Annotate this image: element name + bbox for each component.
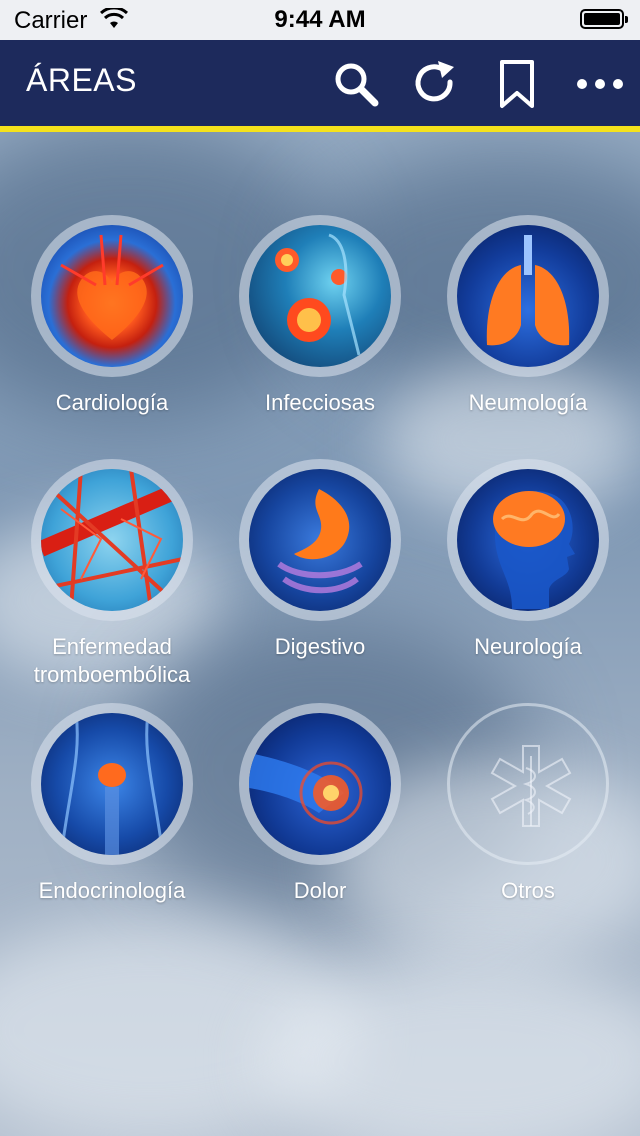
area-label: Infecciosas (264, 390, 376, 415)
area-endocrinologia[interactable]: Endocrinología (8, 703, 216, 905)
area-label: Neumología (468, 390, 588, 415)
area-label: Digestivo (274, 634, 366, 659)
lungs-icon (457, 225, 599, 367)
thyroid-icon (41, 713, 183, 855)
area-label: Dolor (293, 878, 347, 903)
navigation-bar: ÁREAS (0, 40, 640, 132)
brain-icon (457, 469, 599, 611)
battery-icon (580, 9, 628, 29)
joint-icon (249, 713, 391, 855)
page-title: ÁREAS (26, 62, 137, 98)
area-label: Cardiología (55, 390, 169, 415)
refresh-icon[interactable] (410, 58, 462, 110)
area-label: Endocrinología (38, 878, 186, 903)
status-bar: Carrier 9:44 AM (0, 0, 640, 40)
area-dolor[interactable]: Dolor (216, 703, 424, 905)
area-digestivo[interactable]: Digestivo (216, 459, 424, 661)
search-icon[interactable] (330, 58, 382, 110)
stomach-icon (249, 469, 391, 611)
bookmark-icon[interactable] (492, 58, 544, 110)
status-time: 9:44 AM (274, 6, 366, 33)
heart-icon (41, 225, 183, 367)
area-neurologia[interactable]: Neurología (424, 459, 632, 661)
area-neumologia[interactable]: Neumología (424, 215, 632, 417)
area-label: Enfermedad tromboembólica (33, 634, 191, 687)
virus-icon (249, 225, 391, 367)
area-label: Otros (501, 878, 555, 903)
blood-vessels-icon (41, 469, 183, 611)
area-enfermedad-tromboembolica[interactable]: Enfermedad tromboembólica (8, 459, 216, 689)
star-of-life-icon (490, 745, 572, 827)
area-cardiologia[interactable]: Cardiología (8, 215, 216, 417)
area-label: Neurología (474, 634, 582, 659)
area-otros[interactable]: Otros (424, 703, 632, 905)
more-icon[interactable] (574, 58, 626, 110)
area-infecciosas[interactable]: Infecciosas (216, 215, 424, 417)
